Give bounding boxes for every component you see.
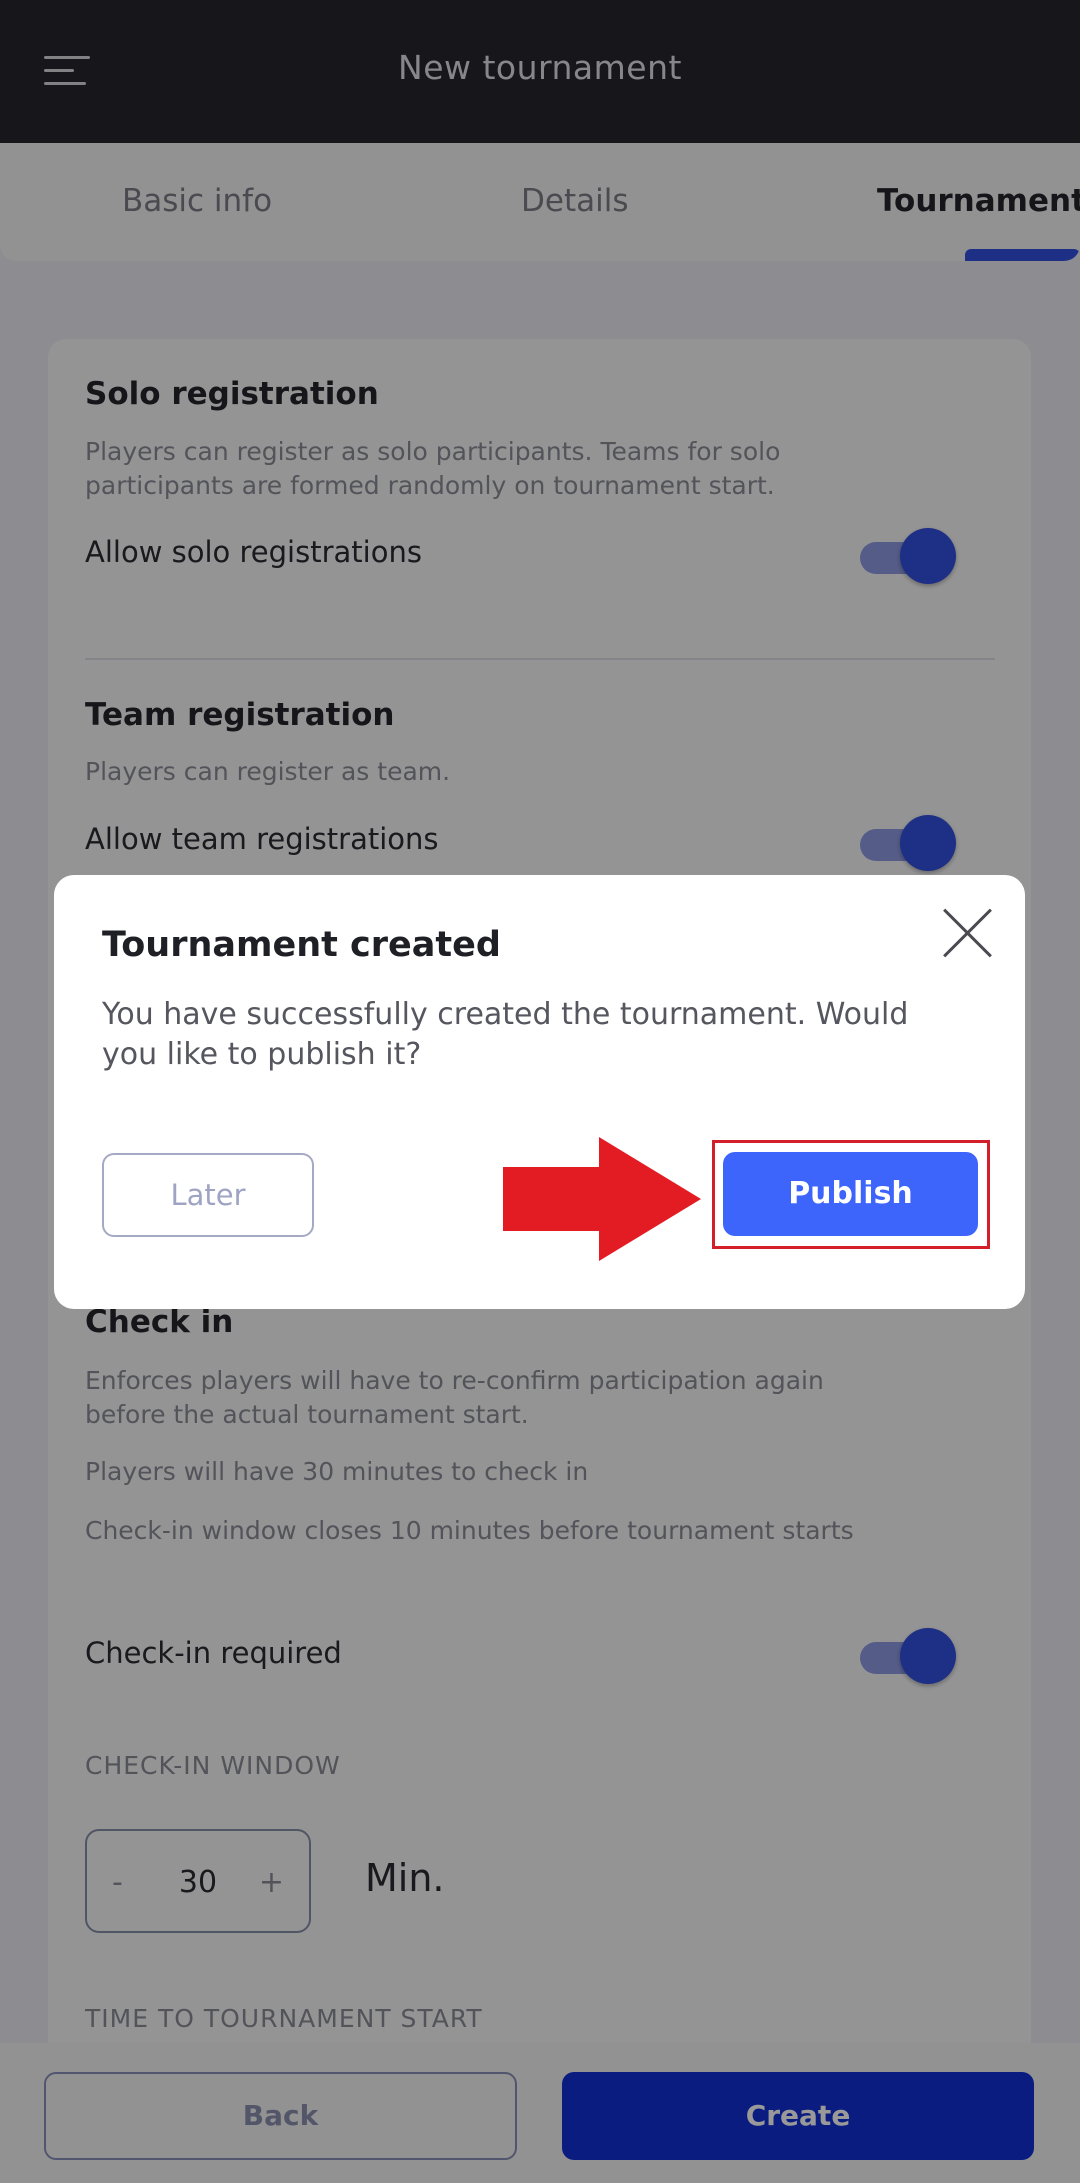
publish-button[interactable]: Publish: [723, 1152, 978, 1236]
later-button[interactable]: Later: [102, 1153, 314, 1237]
arrow-right-icon: [503, 1137, 701, 1261]
close-icon[interactable]: [942, 908, 992, 958]
dialog-message: You have successfully created the tourna…: [102, 997, 909, 1072]
dialog-title: Tournament created: [102, 925, 501, 965]
